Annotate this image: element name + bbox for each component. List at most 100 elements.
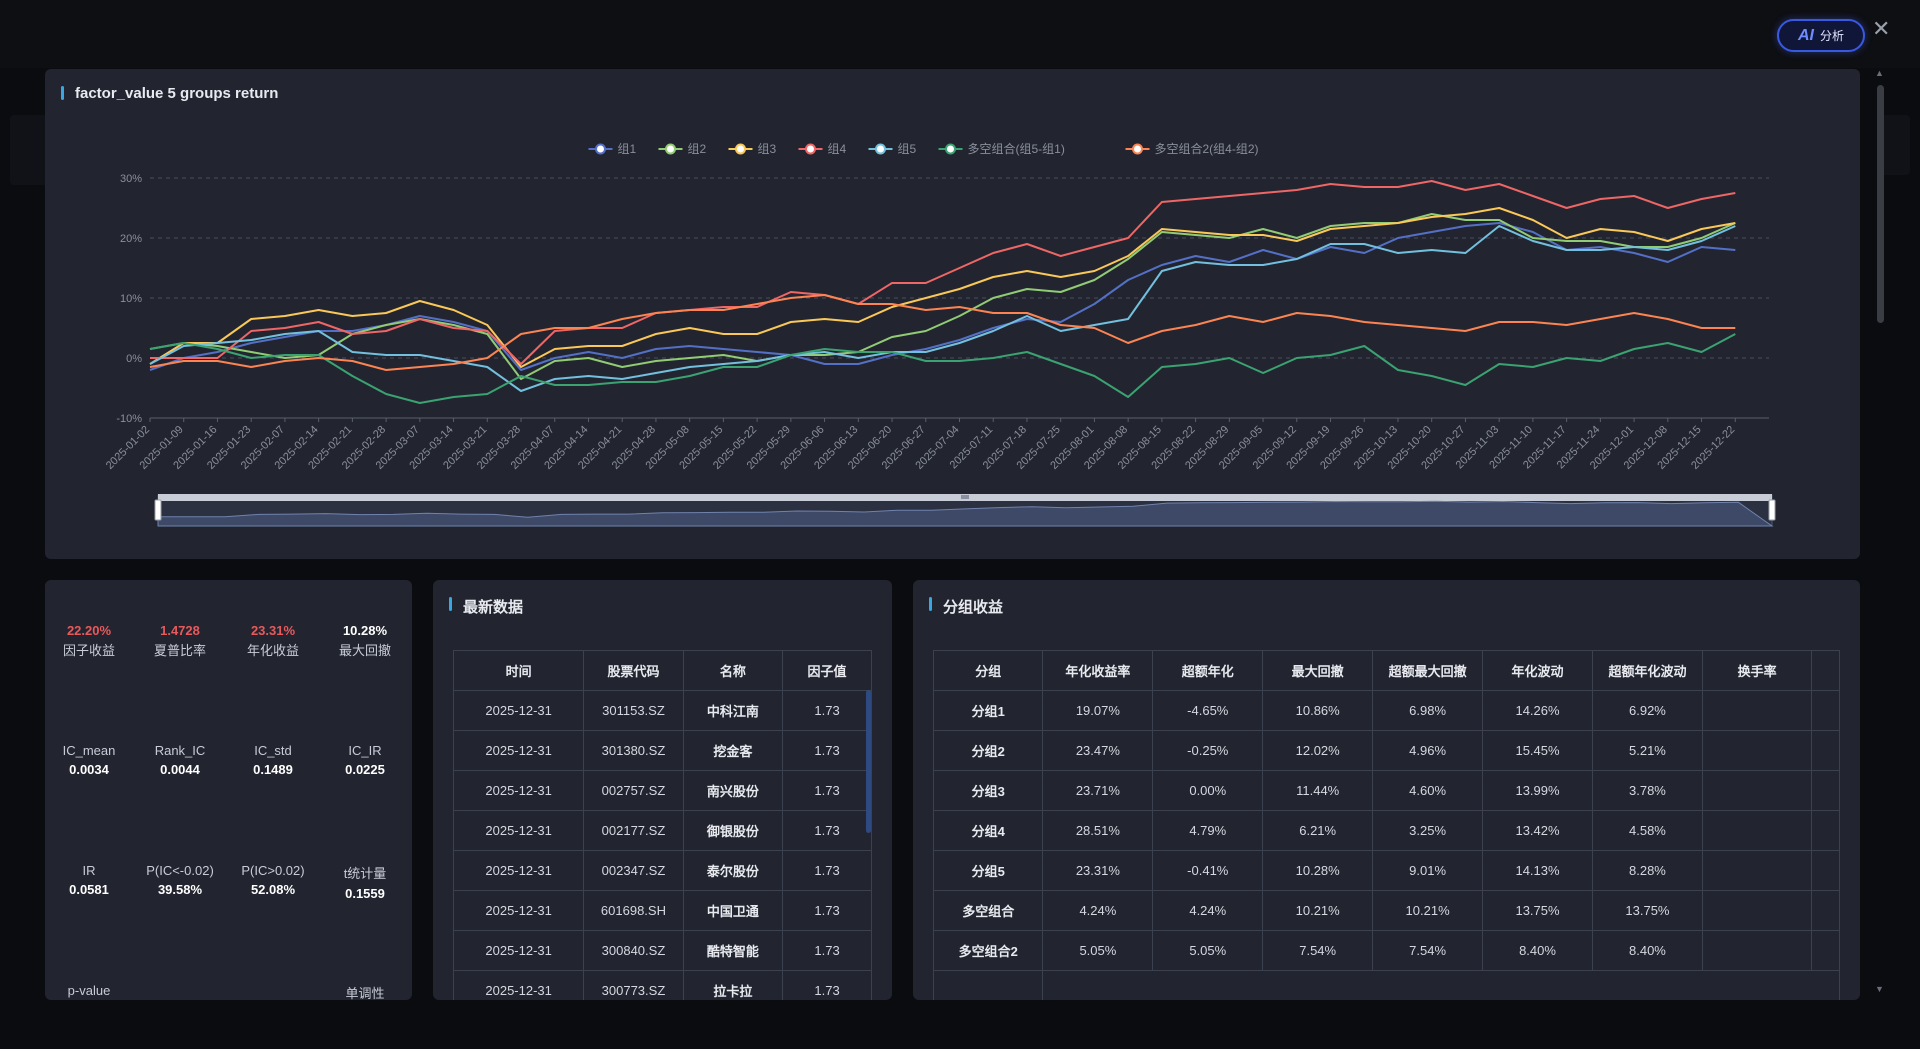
ai-icon: AI [1797,26,1814,44]
cell: 7.54% [1262,930,1374,971]
cell [1701,890,1813,931]
table-row[interactable]: 2025-12-31 300773.SZ 拉卡拉 1.73 [452,970,872,1000]
chart-panel: factor_value 5 groups return 30% 20% 10% 0%… [45,69,1860,559]
column-header[interactable]: 换手率 [1701,650,1813,691]
cell [1701,690,1813,731]
table-row[interactable]: 2025-12-31 301380.SZ 挖金客 1.73 [452,730,872,771]
column-header-spacer [1811,650,1840,691]
cell [932,970,1044,1000]
cell: 13.75% [1591,890,1703,931]
stat-label: IC_std [254,743,292,758]
column-header[interactable]: 名称 [682,650,784,691]
cell: 23.71% [1042,770,1154,811]
column-header[interactable]: 因子值 [782,650,872,691]
scroll-down-icon[interactable]: ▼ [1875,984,1884,994]
stat-factor-return: 22.20% 因子收益 [45,623,133,659]
y-tick-label: 30% [120,173,142,185]
cell-spacer [1811,850,1840,891]
stat-label: IC_IR [348,743,382,758]
stats-panel: 22.20% 因子收益 1.4728 夏普比率 23.31% 年化收益 10.2… [45,580,412,1000]
stat-t-stat: t统计量 0.1559 [321,863,409,901]
cell-factor: 1.73 [782,810,872,851]
cell-factor: 1.73 [782,890,872,931]
stat-value: 0.0225 [345,762,385,777]
table-row[interactable]: 2025-12-31 601698.SH 中国卫通 1.73 [452,890,872,931]
cell-group: 分组5 [932,850,1044,891]
table-row[interactable]: 2025-12-31 300840.SZ 酷特智能 1.73 [452,930,872,971]
stat-rank-ic: Rank_IC 0.0044 [136,743,224,777]
ai-analysis-label: 分析 [1819,29,1844,43]
scroll-up-icon[interactable]: ▲ [1875,68,1884,78]
zoom-handle-right [1768,499,1776,521]
cell-spacer [1811,690,1840,731]
cell [1701,770,1813,811]
table-row[interactable]: 2025-12-31 002757.SZ 南兴股份 1.73 [452,770,872,811]
cell: 10.21% [1262,890,1374,931]
cell-name: 中国卫通 [682,890,784,931]
y-tick-label: 10% [120,293,142,305]
legend-swatch-dot [945,143,956,155]
table-row[interactable]: 分组1 19.07% -4.65% 10.86% 6.98% 14.26% 6.92% [932,690,1840,731]
table-row-empty [932,970,1840,1000]
cell: 6.98% [1372,690,1484,731]
cell: 11.44% [1262,770,1374,811]
table-row[interactable]: 分组5 23.31% -0.41% 10.28% 9.01% 14.13% 8.28% [932,850,1840,891]
ai-analysis-button[interactable]: AI 分析 [1777,19,1865,52]
table-row[interactable]: 2025-12-31 002347.SZ 泰尔股份 1.73 [452,850,872,891]
column-header[interactable]: 股票代码 [583,650,684,691]
legend-item: 组5 [898,142,917,156]
cell [1701,810,1813,851]
close-icon[interactable]: ✕ [1872,16,1890,42]
cell: 14.13% [1482,850,1593,891]
stat-max-drawdown: 10.28% 最大回撤 [321,623,409,659]
stat-p-ic-low: P(IC<-0.02) 39.58% [136,863,224,897]
cell-factor: 1.73 [782,930,872,971]
table-header-row: 分组 年化收益率 超额年化 最大回撤 超额最大回撤 年化波动 超额年化波动 换手… [932,650,1840,691]
legend-item: 多空组合(组5-组1) [968,141,1065,156]
table-row[interactable]: 多空组合2 5.05% 5.05% 7.54% 7.54% 8.40% 8.40% [932,930,1840,971]
group-returns-table: 分组 年化收益率 超额年化 最大回撤 超额最大回撤 年化波动 超额年化波动 换手… [932,650,1840,1000]
column-header[interactable]: 超额最大回撤 [1372,650,1484,691]
legend-swatch-dot [595,143,606,155]
table-row[interactable]: 分组4 28.51% 4.79% 6.21% 3.25% 13.42% 4.58% [932,810,1840,851]
cell-group: 分组3 [932,770,1044,811]
stat-label: Rank_IC [154,743,206,758]
latest-data-panel: 最新数据 时间 股票代码 名称 因子值 2025-12-31 301153.SZ 中… [433,580,892,1000]
column-header[interactable]: 超额年化 [1152,650,1264,691]
cell-spacer [1811,730,1840,771]
stat-value: 23.31% [250,623,296,638]
table-row[interactable]: 分组3 23.71% 0.00% 11.44% 4.60% 13.99% 3.78% [932,770,1840,811]
column-header[interactable]: 时间 [452,650,585,691]
column-header[interactable]: 超额年化波动 [1591,650,1703,691]
latest-table-scrollbar[interactable] [866,690,871,833]
cell: -0.41% [1152,850,1264,891]
table-row[interactable]: 多空组合 4.24% 4.24% 10.21% 10.21% 13.75% 13.75% [932,890,1840,931]
cell-group: 分组1 [932,690,1044,731]
cell: 4.24% [1042,890,1154,931]
cell: 5.05% [1152,930,1264,971]
column-header[interactable]: 年化波动 [1482,650,1593,691]
cell: 10.86% [1262,690,1374,731]
stat-ic-ir: IC_IR 0.0225 [321,743,409,777]
table-row[interactable]: 2025-12-31 002177.SZ 御银股份 1.73 [452,810,872,851]
stat-label: P(IC>0.02) [241,863,305,878]
stat-label: 单调性 [345,986,385,1000]
cell-spacer [1811,770,1840,811]
stat-value: 0.1559 [345,886,385,901]
stat-p-ic-high: P(IC>0.02) 52.08% [229,863,317,897]
table-row[interactable]: 2025-12-31 301153.SZ 中科江南 1.73 [452,690,872,731]
cell-date: 2025-12-31 [452,890,585,931]
page-scrollbar-thumb[interactable] [1877,85,1884,323]
column-header[interactable]: 年化收益率 [1042,650,1154,691]
column-header[interactable]: 分组 [932,650,1044,691]
cell: 13.42% [1482,810,1593,851]
table-row[interactable]: 分组2 23.47% -0.25% 12.02% 4.96% 15.45% 5.21% [932,730,1840,771]
cell: 6.92% [1591,690,1703,731]
stat-value: 1.4728 [160,623,200,638]
stat-value: 10.28% [342,623,388,638]
y-tick-label: 20% [120,233,142,245]
stat-label: 年化收益 [246,643,299,658]
stat-label: p-value [67,983,111,998]
column-header[interactable]: 最大回撤 [1262,650,1374,691]
cell: 4.58% [1591,810,1703,851]
